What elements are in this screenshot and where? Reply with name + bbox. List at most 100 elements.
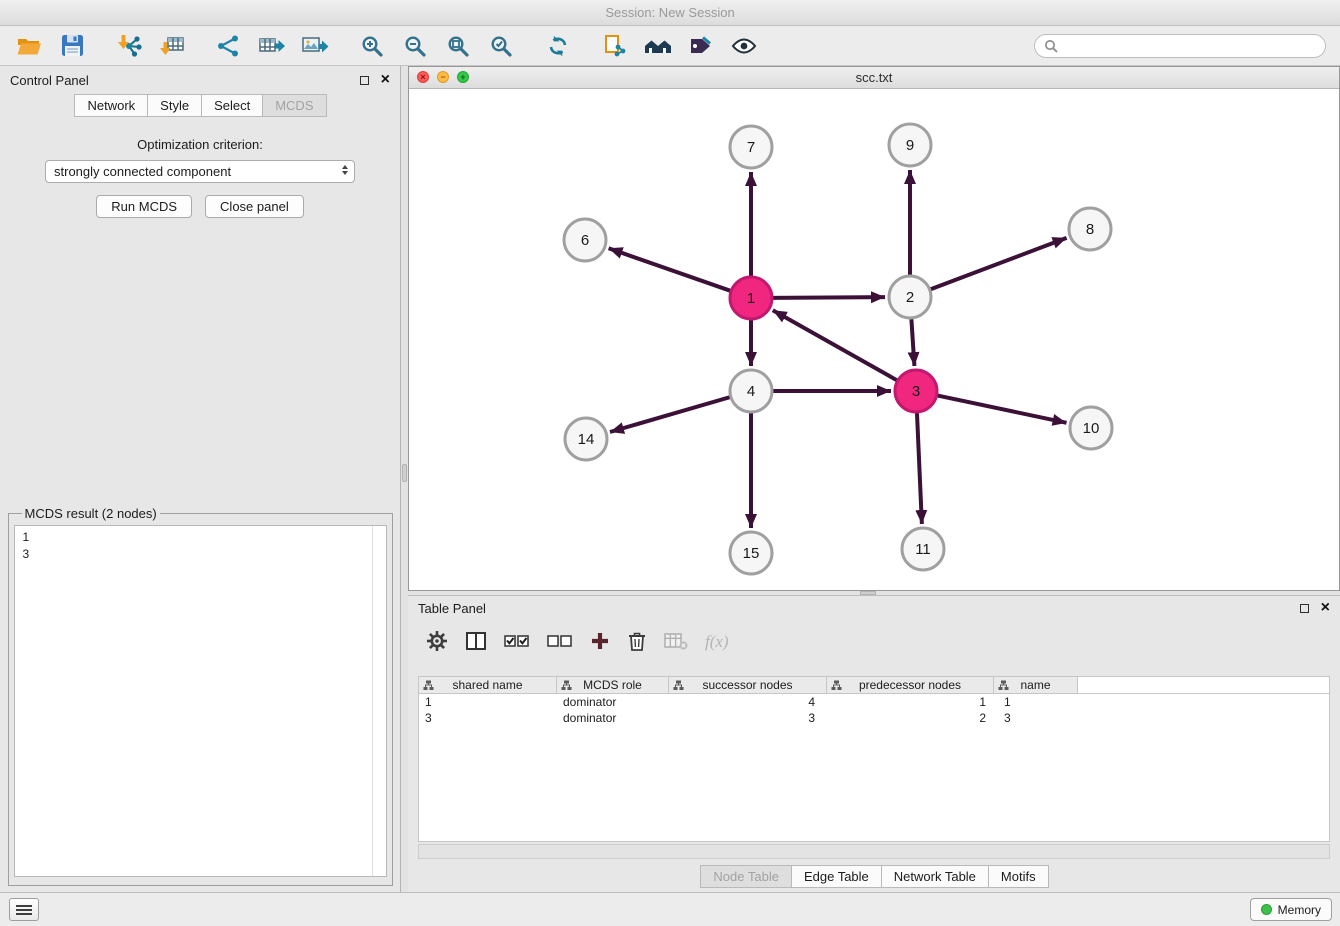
- export-table-icon[interactable]: [257, 31, 287, 61]
- close-panel-button[interactable]: Close panel: [205, 195, 304, 218]
- table-panel-title: Table Panel: [418, 601, 1300, 616]
- graph-edge-2-8[interactable]: [930, 238, 1067, 290]
- clone-network-icon[interactable]: [600, 31, 630, 61]
- select-all-rows-icon[interactable]: [504, 631, 530, 654]
- search-input[interactable]: [1064, 39, 1316, 53]
- export-group: [214, 31, 330, 61]
- export-image-icon[interactable]: [300, 31, 330, 61]
- float-panel-icon[interactable]: [360, 76, 369, 85]
- zoom-window-button[interactable]: [457, 71, 469, 83]
- graph-edge-3-1[interactable]: [773, 310, 898, 380]
- table-mode-gear-icon[interactable]: [426, 630, 448, 655]
- close-window-button[interactable]: [417, 71, 429, 83]
- show-graphics-details-eye-icon[interactable]: [729, 31, 759, 61]
- close-panel-icon[interactable]: [381, 72, 390, 88]
- table-row[interactable]: 3 dominator 3 2 3: [419, 710, 1329, 726]
- mcds-result-list: 1 3: [14, 525, 387, 877]
- deselect-all-rows-icon[interactable]: [547, 631, 573, 654]
- column-header-successor-nodes[interactable]: successor nodes: [669, 677, 827, 693]
- control-panel-header: Control Panel: [0, 66, 400, 94]
- zoom-fit-icon[interactable]: [443, 31, 473, 61]
- select-arrows-icon: [342, 165, 348, 175]
- import-network-icon[interactable]: [114, 31, 144, 61]
- vertical-splitter[interactable]: [401, 66, 408, 892]
- tab-style[interactable]: Style: [147, 94, 202, 117]
- memory-button[interactable]: Memory: [1250, 898, 1332, 921]
- save-session-icon[interactable]: [57, 31, 87, 61]
- graph-node-label: 11: [915, 541, 931, 558]
- window-title: Session: New Session: [605, 5, 734, 20]
- vertical-splitter-grip[interactable]: [402, 464, 407, 482]
- table-horizontal-scrollbar[interactable]: [418, 844, 1330, 859]
- import-table-icon[interactable]: [157, 31, 187, 61]
- style-tag-icon[interactable]: [686, 31, 716, 61]
- column-header-name[interactable]: name: [994, 677, 1078, 693]
- run-mcds-button[interactable]: Run MCDS: [96, 195, 192, 218]
- graph-edge-1-2[interactable]: [772, 297, 885, 298]
- add-column-icon[interactable]: [590, 631, 610, 654]
- graph-edge-3-10[interactable]: [937, 395, 1067, 422]
- table-cell: 3: [419, 710, 557, 726]
- table-cell: 4: [669, 694, 827, 710]
- result-line: 1: [23, 529, 378, 546]
- tab-edge-table[interactable]: Edge Table: [791, 865, 882, 888]
- table-panel-header: Table Panel: [408, 596, 1340, 620]
- graph-node-label: 6: [581, 232, 589, 249]
- graph-edge-3-11[interactable]: [917, 412, 922, 524]
- refresh-view-icon[interactable]: [543, 31, 573, 61]
- zoom-group: [357, 31, 516, 61]
- float-table-panel-icon[interactable]: [1300, 604, 1309, 613]
- zoom-in-icon[interactable]: [357, 31, 387, 61]
- open-session-icon[interactable]: [14, 31, 44, 61]
- memory-label: Memory: [1278, 903, 1321, 917]
- window-titlebar: Session: New Session: [0, 0, 1340, 26]
- panel-toggle-button[interactable]: [9, 898, 39, 921]
- column-edit-icon: [831, 680, 842, 691]
- tab-select[interactable]: Select: [201, 94, 263, 117]
- import-group: [114, 31, 187, 61]
- zoom-out-icon[interactable]: [400, 31, 430, 61]
- graph-node-label: 2: [906, 289, 914, 306]
- control-panel-tabs: Network Style Select MCDS: [0, 94, 400, 117]
- zoom-selected-icon[interactable]: [486, 31, 516, 61]
- node-table: shared name MCDS role successor nodes pr…: [418, 676, 1330, 842]
- graph-node-label: 8: [1086, 221, 1094, 238]
- status-bar: Memory: [0, 892, 1340, 926]
- graph-node-label: 1: [747, 290, 755, 307]
- column-edit-icon: [998, 680, 1009, 691]
- column-header-predecessor-nodes[interactable]: predecessor nodes: [827, 677, 994, 693]
- minimize-window-button[interactable]: [437, 71, 449, 83]
- graph-node-label: 9: [906, 137, 914, 154]
- column-header-shared-name[interactable]: shared name: [419, 677, 557, 693]
- tab-network[interactable]: Network: [74, 94, 148, 117]
- network-window-title: scc.txt: [856, 70, 893, 85]
- tab-network-table[interactable]: Network Table: [881, 865, 989, 888]
- tab-mcds[interactable]: MCDS: [262, 94, 326, 117]
- optimization-label: Optimization criterion:: [137, 137, 263, 152]
- result-scrollbar-track[interactable]: [372, 526, 373, 876]
- control-panel-title: Control Panel: [10, 73, 360, 88]
- graph-node-label: 14: [578, 431, 595, 448]
- network-canvas[interactable]: 7968124314101511: [409, 90, 1339, 592]
- table-cell: 1: [994, 694, 1078, 710]
- column-header-mcds-role[interactable]: MCDS role: [557, 677, 669, 693]
- table-row[interactable]: 1 dominator 4 1 1: [419, 694, 1329, 710]
- memory-status-dot: [1261, 904, 1272, 915]
- function-builder-icon: f(x): [705, 632, 729, 652]
- search-icon: [1044, 39, 1058, 53]
- graph-edge-2-3[interactable]: [911, 318, 914, 366]
- tab-node-table[interactable]: Node Table: [700, 865, 792, 888]
- graph-node-label: 4: [747, 383, 755, 400]
- table-cell: dominator: [557, 710, 669, 726]
- home-icon[interactable]: [643, 31, 673, 61]
- export-network-icon[interactable]: [214, 31, 244, 61]
- refresh-group: [543, 31, 573, 61]
- criterion-select[interactable]: strongly connected component: [45, 160, 355, 183]
- close-table-panel-icon[interactable]: [1321, 600, 1330, 616]
- tab-motifs[interactable]: Motifs: [988, 865, 1049, 888]
- graph-edge-1-6[interactable]: [609, 248, 732, 291]
- delete-columns-trash-icon[interactable]: [627, 630, 647, 655]
- graph-edge-4-14[interactable]: [610, 397, 731, 432]
- show-columns-icon[interactable]: [465, 630, 487, 655]
- search-box: [1034, 34, 1326, 58]
